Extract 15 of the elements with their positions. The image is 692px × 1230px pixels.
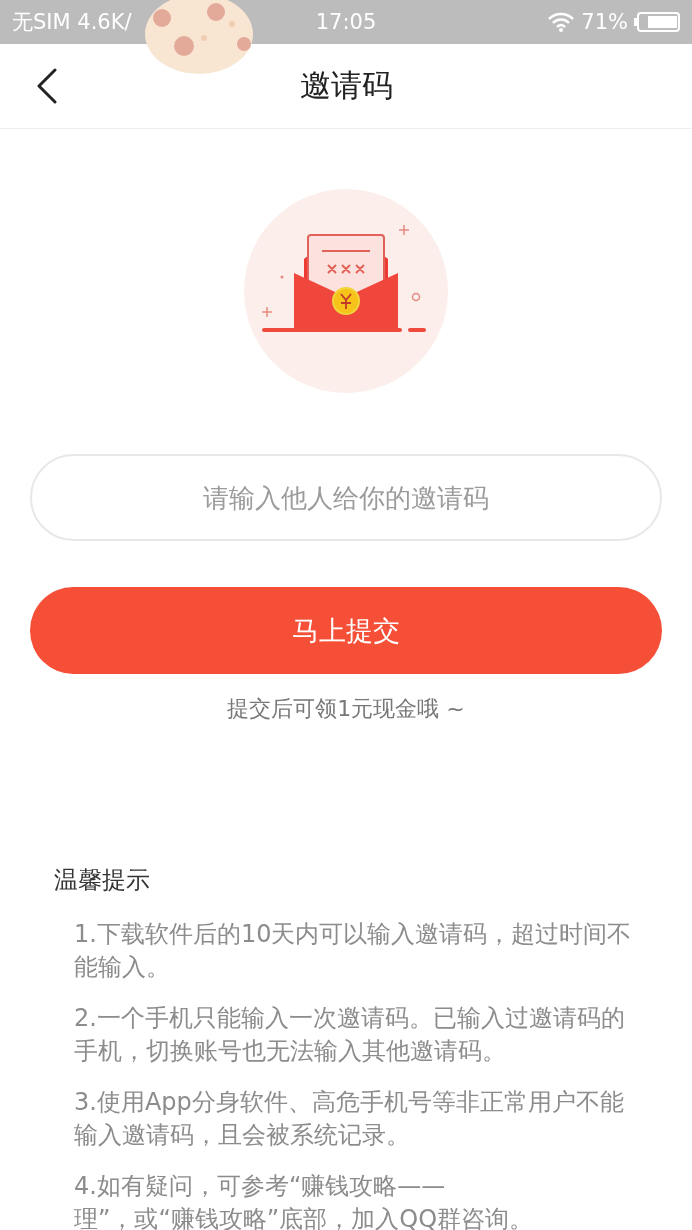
clock-text: 17:05 xyxy=(315,10,377,34)
tip-text: 3.使用App分身软件、高危手机号等非正常用户不能输入邀请码，且会被系统记录。 xyxy=(74,1087,625,1151)
submit-button[interactable]: 马上提交 xyxy=(30,587,662,674)
tip-text: 1.下载软件后的10天内可以输入邀请码，超过时间不能输入。 xyxy=(74,919,633,983)
tip-text: 2.一个手机只能输入一次邀请码。已输入过邀请码的手机，切换账号也无法输入其他邀请码。 xyxy=(74,1003,626,1067)
tip-text: 理”，或“赚钱攻略”底部，加入QQ群咨询。 xyxy=(74,1204,535,1230)
reward-note: 提交后可领1元现金哦 ~ xyxy=(226,695,466,723)
page-title: 邀请码 xyxy=(299,66,393,105)
back-icon[interactable] xyxy=(36,68,58,104)
invite-code-field[interactable]: 请输入他人给你的邀请码 xyxy=(30,454,662,541)
battery-icon xyxy=(634,12,680,32)
tip-text: 4.如有疑问，可参考“赚钱攻略—— xyxy=(74,1171,447,1202)
wifi-icon xyxy=(547,12,576,32)
battery-text: 71% xyxy=(581,10,628,34)
tips-heading: 温馨提示 xyxy=(54,865,151,896)
